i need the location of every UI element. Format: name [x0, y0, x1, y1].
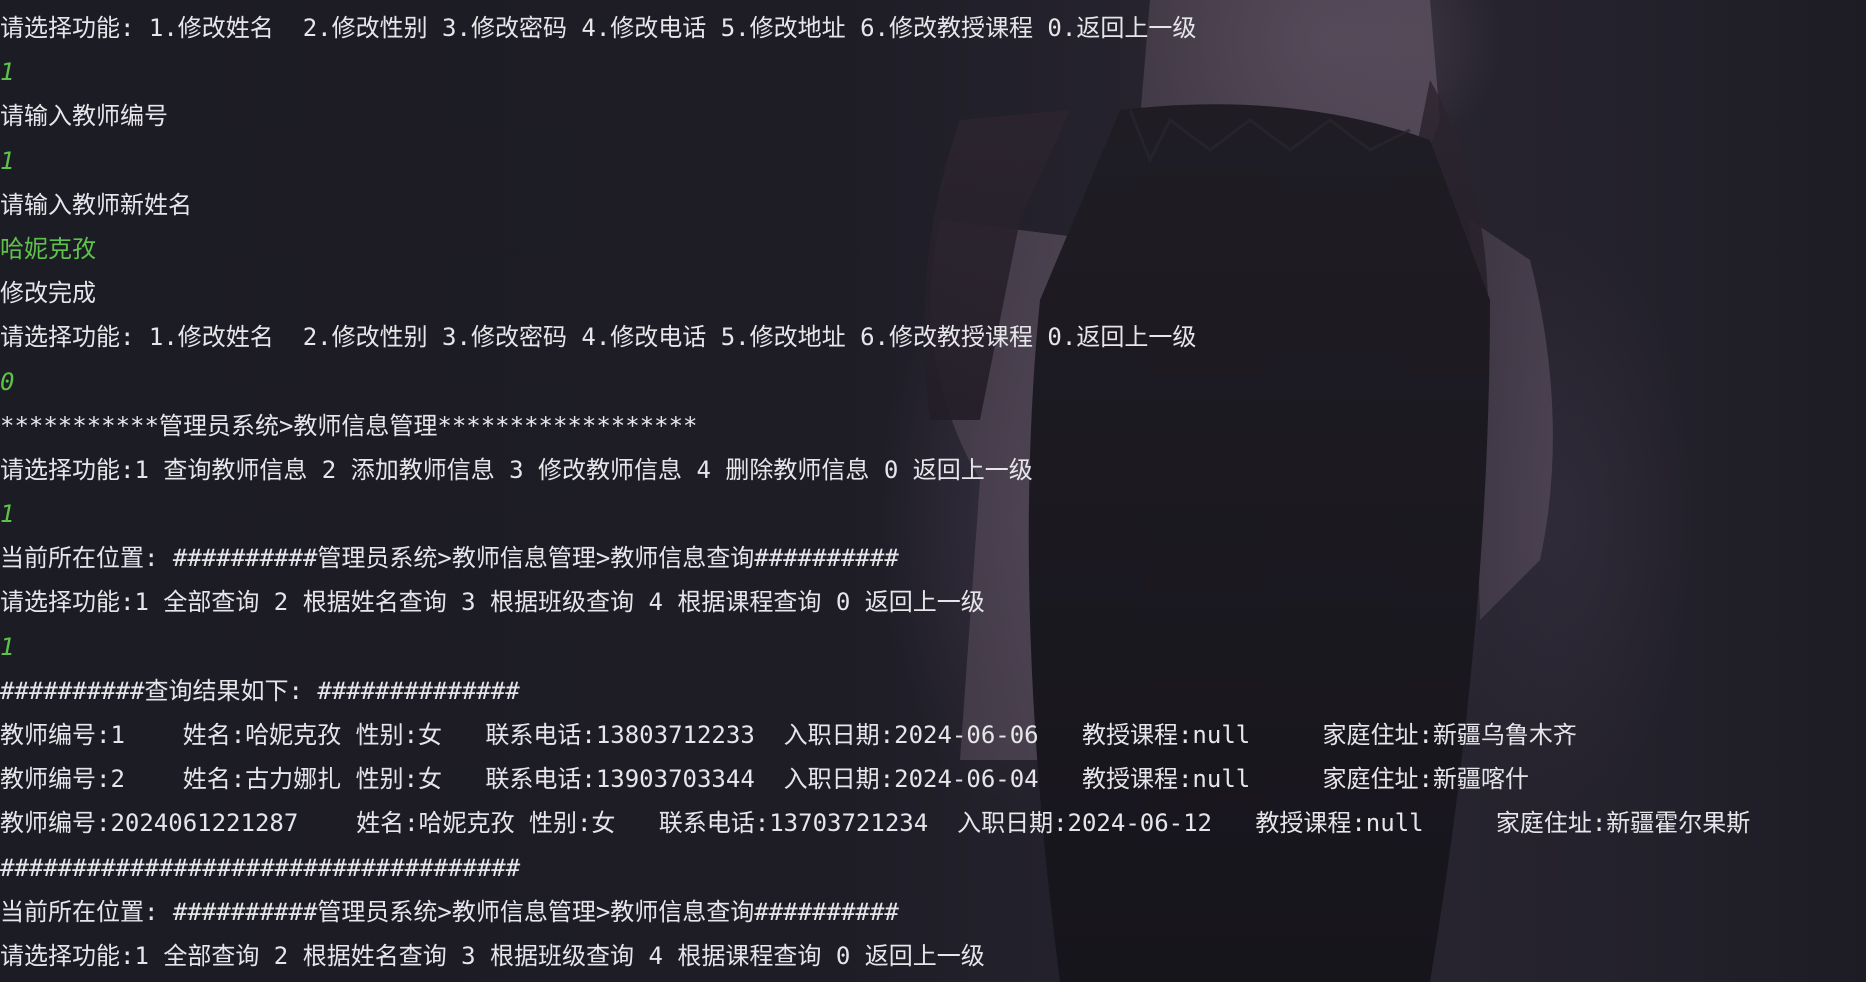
- terminal-output-line: ***********管理员系统>教师信息管理*****************…: [0, 411, 698, 440]
- terminal-input-line: 1: [0, 632, 15, 661]
- terminal-input-line: 1: [0, 58, 15, 87]
- terminal-output-line: 请输入教师新姓名: [0, 190, 192, 219]
- terminal-output-line: 教师编号:2024061221287 姓名:哈妮克孜 性别:女 联系电话:137…: [0, 809, 1751, 838]
- terminal-input-line: 哈妮克孜: [0, 234, 96, 263]
- terminal-output: 请选择功能: 1.修改姓名 2.修改性别 3.修改密码 4.修改电话 5.修改地…: [0, 6, 1866, 976]
- terminal-output-line: 请选择功能:1 查询教师信息 2 添加教师信息 3 修改教师信息 4 删除教师信…: [0, 455, 1033, 484]
- terminal-output-line: 教师编号:1 姓名:哈妮克孜 性别:女 联系电话:13803712233 入职日…: [0, 721, 1577, 749]
- terminal-output-line: 修改完成: [0, 279, 96, 308]
- terminal-output-line: 当前所在位置: ##########管理员系统>教师信息管理>教师信息查询###…: [0, 544, 899, 573]
- terminal-output-line: 请选择功能: 1.修改姓名 2.修改性别 3.修改密码 4.修改电话 5.修改地…: [0, 14, 1197, 42]
- terminal-output-line: 当前所在位置: ##########管理员系统>教师信息管理>教师信息查询###…: [0, 897, 899, 926]
- terminal-output-line: 教师编号:2 姓名:古力娜扎 性别:女 联系电话:13903703344 入职日…: [0, 765, 1529, 794]
- terminal-input-line: 1: [0, 500, 15, 529]
- terminal-input-line: 0: [0, 367, 15, 396]
- terminal-output-line: ##########查询结果如下: ##############: [0, 676, 520, 705]
- terminal-input-line: 1: [0, 146, 15, 175]
- terminal-output-line: 请选择功能:1 全部查询 2 根据姓名查询 3 根据班级查询 4 根据课程查询 …: [0, 588, 985, 617]
- terminal-output-line: 请选择功能: 1.修改姓名 2.修改性别 3.修改密码 4.修改电话 5.修改地…: [0, 323, 1197, 352]
- terminal-output-line: 请选择功能:1 全部查询 2 根据姓名查询 3 根据班级查询 4 根据课程查询 …: [0, 941, 985, 970]
- terminal-output-line: 请输入教师编号: [0, 102, 168, 131]
- terminal-output-line: ####################################: [0, 853, 521, 882]
